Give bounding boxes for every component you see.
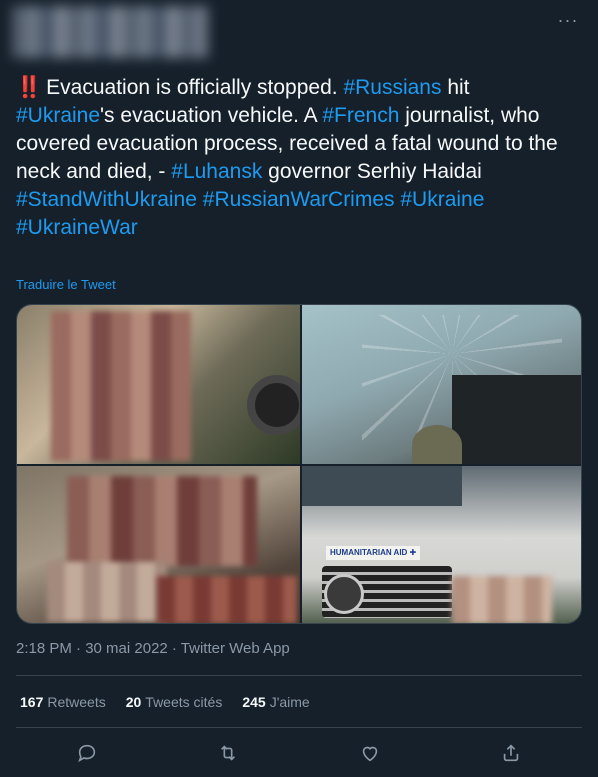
double-exclamation-emoji: ‼️ — [16, 76, 42, 99]
reply-icon — [77, 744, 95, 763]
media-image-1[interactable] — [17, 305, 300, 464]
retweet-button[interactable] — [208, 733, 248, 773]
likes-label: J'aime — [269, 694, 310, 710]
truck-wheel — [247, 375, 300, 435]
reply-button[interactable] — [67, 733, 107, 773]
blurred-region — [452, 576, 552, 623]
translate-tweet-link[interactable]: Traduire le Tweet — [16, 277, 116, 292]
likes-stat[interactable]: 245 J'aime — [242, 694, 309, 710]
more-options-button[interactable]: ··· — [556, 11, 580, 34]
media-image-2[interactable] — [302, 305, 581, 464]
vehicle-interior — [452, 375, 581, 464]
truck-windshield — [302, 466, 462, 506]
helmet — [412, 425, 462, 464]
likes-count: 245 — [242, 694, 266, 710]
blurred-region — [157, 576, 297, 623]
like-button[interactable] — [350, 733, 390, 773]
text-segment: governor Serhiy Haidai — [262, 160, 482, 183]
blurred-region — [51, 311, 191, 461]
quotes-label: Tweets cités — [145, 694, 223, 710]
divider — [16, 727, 582, 728]
retweets-count: 167 — [20, 694, 44, 710]
share-button[interactable] — [491, 733, 531, 773]
hashtag-french[interactable]: #French — [322, 104, 399, 127]
tweet-timestamp[interactable]: 2:18 PM · 30 mai 2022 · Twitter Web App — [16, 640, 290, 657]
hashtag-russianwarcrimes[interactable]: #RussianWarCrimes — [203, 188, 395, 211]
hashtag-russians[interactable]: #Russians — [343, 76, 441, 99]
divider — [16, 675, 582, 676]
quotes-count: 20 — [125, 694, 142, 710]
text-segment: Evacuation is officially stopped. — [46, 76, 344, 99]
media-grid: HUMANITARIAN AID ✚ — [16, 304, 582, 624]
text-segment: hit — [441, 76, 470, 99]
quote-tweets-stat[interactable]: 20 Tweets cités — [126, 694, 223, 710]
tweet-header: ··· — [0, 0, 598, 70]
blurred-region — [47, 562, 167, 622]
tweet-actions — [16, 730, 582, 776]
media-image-3[interactable] — [17, 466, 300, 623]
text-segment: 's evacuation vehicle. A — [100, 104, 323, 127]
retweets-label: Retweets — [47, 694, 106, 710]
hashtag-standwithukraine[interactable]: #StandWithUkraine — [16, 188, 197, 211]
retweet-icon — [221, 745, 236, 761]
mercedes-logo — [324, 574, 364, 614]
media-image-4[interactable]: HUMANITARIAN AID ✚ — [302, 466, 581, 623]
hashtag-luhansk[interactable]: #Luhansk — [171, 160, 262, 183]
humanitarian-aid-label: HUMANITARIAN AID ✚ — [326, 546, 421, 560]
tweet-stats: 167 Retweets 20 Tweets cités 245 J'aime — [20, 694, 310, 710]
hashtag-ukraine[interactable]: #Ukraine — [16, 104, 100, 127]
like-icon — [362, 746, 377, 762]
blurred-region — [67, 476, 257, 566]
tweet-text: ‼️ Evacuation is officially stopped. #Rus… — [16, 74, 582, 242]
hashtag-ukraine-2[interactable]: #Ukraine — [400, 188, 484, 211]
retweets-stat[interactable]: 167 Retweets — [20, 694, 106, 710]
share-icon — [504, 744, 519, 762]
author-avatar-and-name-blurred[interactable] — [12, 6, 208, 58]
hashtag-ukrainewar[interactable]: #UkraineWar — [16, 216, 138, 239]
